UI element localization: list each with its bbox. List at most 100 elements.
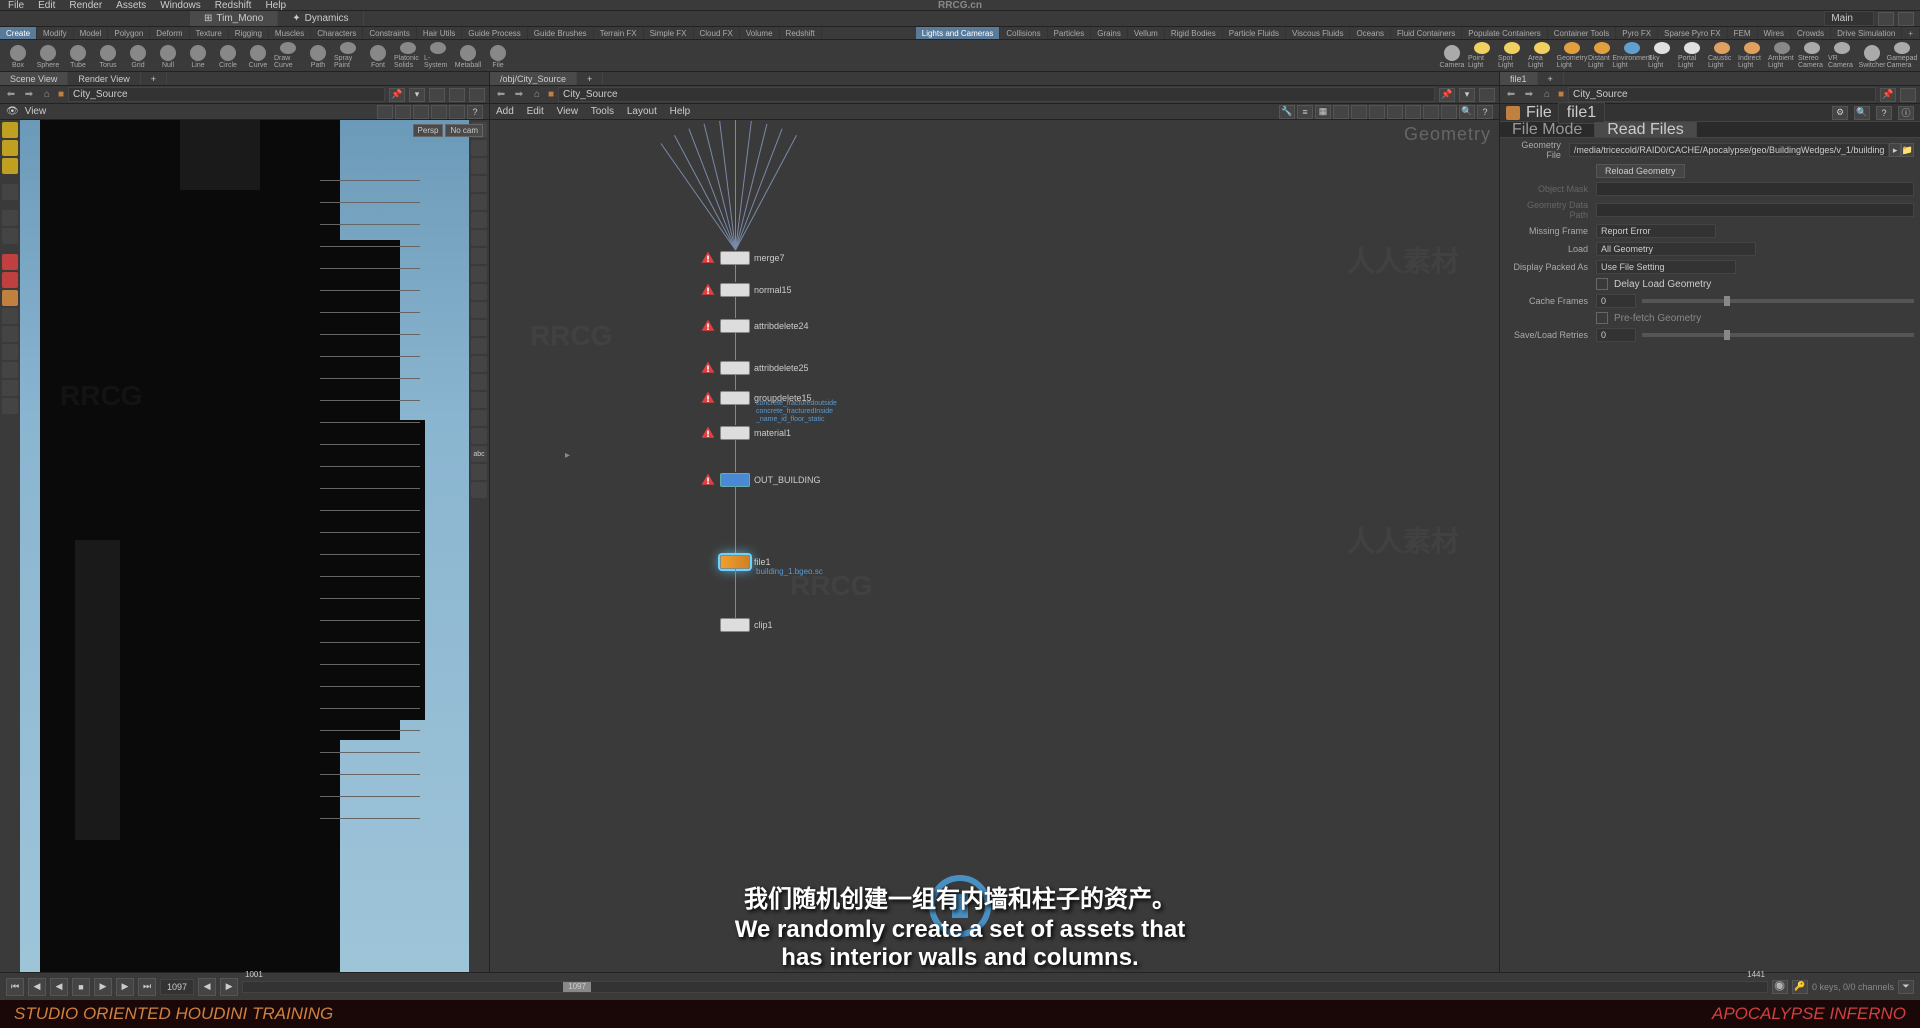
net-pin-icon[interactable]: 📌 xyxy=(1439,88,1455,102)
shelf-model[interactable]: Model xyxy=(74,27,109,39)
tool-null[interactable]: Null xyxy=(154,42,182,70)
shelf-characters[interactable]: Characters xyxy=(311,27,363,39)
tool-torus[interactable]: Torus xyxy=(94,42,122,70)
disp-12-icon[interactable] xyxy=(471,320,487,336)
param-info-icon[interactable]: ⓘ xyxy=(1898,106,1914,120)
net-menu-help[interactable]: Help xyxy=(670,106,691,117)
tool-causticlight[interactable]: Caustic Light xyxy=(1708,42,1736,70)
panel-btn-3[interactable] xyxy=(469,88,485,102)
current-frame-input[interactable]: 1097 xyxy=(160,979,194,995)
tool-misc-2[interactable] xyxy=(2,326,18,342)
file-browse-icon[interactable]: ▸ xyxy=(1889,143,1900,157)
prefetch-checkbox[interactable] xyxy=(1596,312,1608,324)
shelf-create[interactable]: Create xyxy=(0,27,37,39)
tool-misc-3[interactable] xyxy=(2,344,18,360)
tool-indirectlight[interactable]: Indirect Light xyxy=(1738,42,1766,70)
next-key-button[interactable]: ▶ xyxy=(220,978,238,996)
nocam-badge[interactable]: No cam xyxy=(445,124,483,137)
tool-envlight[interactable]: Environment Light xyxy=(1618,42,1646,70)
network-path[interactable]: City_Source xyxy=(558,87,1435,102)
shelf-redshift[interactable]: Redshift xyxy=(780,27,822,39)
tool-stereocam[interactable]: Stereo Camera xyxy=(1798,42,1826,70)
play-button[interactable]: ▶ xyxy=(94,978,112,996)
wrench-icon[interactable]: 🔧 xyxy=(1279,105,1295,119)
tool-portallight[interactable]: Portal Light xyxy=(1678,42,1706,70)
view-btn-3[interactable] xyxy=(413,105,429,119)
tool-drawcurve[interactable]: Draw Curve xyxy=(274,42,302,70)
sel-dyn-icon[interactable] xyxy=(2,158,18,174)
desktop-tab-dynamics[interactable]: ✦ Dynamics xyxy=(278,11,363,26)
pin-icon[interactable]: 📌 xyxy=(389,88,405,102)
persp-badge[interactable]: Persp xyxy=(413,124,444,137)
net-menu-tools[interactable]: Tools xyxy=(591,106,614,117)
param-nav-home-icon[interactable]: ⌂ xyxy=(1540,88,1554,102)
pointer-icon[interactable] xyxy=(2,184,18,200)
shelf-collisions[interactable]: Collisions xyxy=(1000,27,1047,39)
tool-line[interactable]: Line xyxy=(184,42,212,70)
list-icon[interactable]: ≡ xyxy=(1297,105,1313,119)
menu-assets[interactable]: Assets xyxy=(116,0,146,11)
node-OUT_BUILDING[interactable]: OUT_BUILDING xyxy=(700,472,821,488)
shelf-fem[interactable]: FEM xyxy=(1728,27,1758,39)
shelf-wires[interactable]: Wires xyxy=(1758,27,1791,39)
network-view[interactable]: Geometry RRCG RRCG 人人素材 人人素材 merge7norma… xyxy=(490,120,1499,972)
disp-16-icon[interactable] xyxy=(471,392,487,408)
sel-obj-icon[interactable] xyxy=(2,122,18,138)
param-nav-back-icon[interactable]: ⬅ xyxy=(1504,88,1518,102)
tool-font[interactable]: Font xyxy=(364,42,392,70)
tool-misc-5[interactable] xyxy=(2,380,18,396)
disp-20-icon[interactable] xyxy=(471,482,487,498)
net-nav-fwd-icon[interactable]: ➡ xyxy=(512,88,526,102)
net-menu-view[interactable]: View xyxy=(557,106,579,117)
menu-edit[interactable]: Edit xyxy=(38,0,55,11)
last-frame-button[interactable]: ⏭ xyxy=(138,978,156,996)
tool-red-2[interactable] xyxy=(2,272,18,288)
disp-5-icon[interactable] xyxy=(471,194,487,210)
shelf-viscousfluids[interactable]: Viscous Fluids xyxy=(1286,27,1350,39)
tool-curve[interactable]: Curve xyxy=(244,42,272,70)
shelf-simplefx[interactable]: Simple FX xyxy=(644,27,694,39)
shelf-volume[interactable]: Volume xyxy=(740,27,780,39)
shelf-cloudfx[interactable]: Cloud FX xyxy=(694,27,740,39)
tool-geolight[interactable]: Geometry Light xyxy=(1558,42,1586,70)
display-packed-dropdown[interactable]: Use File Setting xyxy=(1596,260,1736,274)
play-rev-button[interactable]: ◀ xyxy=(50,978,68,996)
search-icon[interactable]: 🔍 xyxy=(1459,105,1475,119)
tool-misc-6[interactable] xyxy=(2,398,18,414)
node-merge7[interactable]: merge7 xyxy=(700,250,785,266)
shelf-containertools[interactable]: Container Tools xyxy=(1548,27,1616,39)
shelf-oceans[interactable]: Oceans xyxy=(1350,27,1391,39)
tool-metaball[interactable]: Metaball xyxy=(454,42,482,70)
tab-render-view[interactable]: Render View xyxy=(68,72,140,85)
net-btn-7[interactable] xyxy=(1441,105,1457,119)
desktop-tab-tim-mono[interactable]: ⊞ Tim_Mono xyxy=(190,11,278,26)
shelf-hairutils[interactable]: Hair Utils xyxy=(417,27,462,39)
snap-icon[interactable] xyxy=(2,228,18,244)
tool-file[interactable]: File xyxy=(484,42,512,70)
timeline-opts-icon[interactable]: ⏷ xyxy=(1898,980,1914,994)
tab-scene-view[interactable]: Scene View xyxy=(0,72,68,85)
param-search-icon[interactable]: 🔍 xyxy=(1854,106,1870,120)
shelf-particles[interactable]: Particles xyxy=(1048,27,1092,39)
node-attribdelete25[interactable]: attribdelete25 xyxy=(700,360,809,376)
net-btn-5[interactable] xyxy=(1405,105,1421,119)
net-menu-layout[interactable]: Layout xyxy=(627,106,657,117)
tool-grid[interactable]: Grid xyxy=(124,42,152,70)
reload-geometry-button[interactable]: Reload Geometry xyxy=(1596,164,1685,178)
shelf-constraints[interactable]: Constraints xyxy=(363,27,416,39)
menu-help[interactable]: Help xyxy=(265,0,286,11)
net-btn-1[interactable] xyxy=(1333,105,1349,119)
net-menu-edit[interactable]: Edit xyxy=(527,106,544,117)
delay-load-checkbox[interactable] xyxy=(1596,278,1608,290)
param-help-icon[interactable]: ? xyxy=(1876,106,1892,120)
menu-redshift[interactable]: Redshift xyxy=(215,0,252,11)
timeline-track[interactable]: 1001 1097 1441 xyxy=(242,981,1768,993)
tool-skylight[interactable]: Sky Light xyxy=(1648,42,1676,70)
node-attribdelete24[interactable]: attribdelete24 xyxy=(700,318,809,334)
tool-camera[interactable]: Camera xyxy=(1438,42,1466,70)
desktop-dropdown[interactable]: Main xyxy=(1824,11,1874,26)
shelf-muscles[interactable]: Muscles xyxy=(269,27,311,39)
param-pin-icon[interactable]: 📌 xyxy=(1880,88,1896,102)
geometry-file-input[interactable]: /media/tricecold/RAID0/CACHE/Apocalypse/… xyxy=(1569,143,1890,157)
scene-path[interactable]: City_Source xyxy=(68,87,385,102)
